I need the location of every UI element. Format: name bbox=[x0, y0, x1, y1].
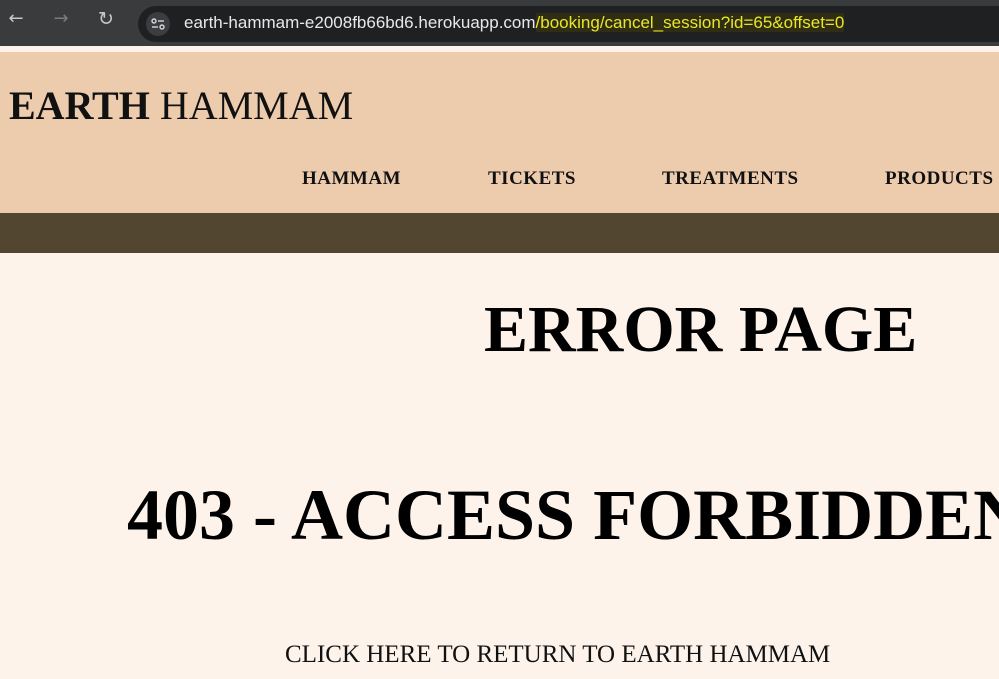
url-path-highlighted: /booking/cancel_session?id=65&offset=0 bbox=[535, 13, 845, 32]
header-band bbox=[0, 213, 999, 253]
site-header: EARTH HAMMAM HAMMAM TICKETS TREATMENTS P… bbox=[0, 52, 999, 213]
nav-item-treatments[interactable]: TREATMENTS bbox=[662, 168, 799, 190]
url-host: earth-hammam-e2008fb66bd6.herokuapp.com bbox=[184, 13, 536, 32]
page-title: ERROR PAGE bbox=[484, 293, 918, 366]
browser-toolbar: ← → ↻ earth-hammam-e2008fb66bd6.herokuap… bbox=[0, 0, 999, 46]
arrow-left-icon[interactable]: ← bbox=[3, 6, 29, 32]
site-logo[interactable]: EARTH HAMMAM bbox=[9, 82, 353, 129]
nav-item-hammam[interactable]: HAMMAM bbox=[302, 168, 401, 190]
brand-rest: HAMMAM bbox=[159, 83, 354, 128]
nav-item-tickets[interactable]: TICKETS bbox=[488, 168, 576, 190]
site-info-button[interactable] bbox=[146, 12, 170, 36]
url-text[interactable]: earth-hammam-e2008fb66bd6.herokuapp.com/… bbox=[184, 6, 845, 42]
arrow-right-icon[interactable]: → bbox=[48, 6, 74, 32]
nav-item-products[interactable]: PRODUCTS bbox=[885, 168, 994, 190]
brand-bold: EARTH bbox=[9, 83, 150, 128]
error-message: 403 - ACCESS FORBIDDEN. bbox=[127, 475, 999, 555]
reload-icon[interactable]: ↻ bbox=[93, 6, 119, 32]
return-home-link[interactable]: CLICK HERE TO RETURN TO EARTH HAMMAM bbox=[285, 641, 830, 669]
address-bar[interactable]: earth-hammam-e2008fb66bd6.herokuapp.com/… bbox=[138, 6, 999, 42]
tune-icon bbox=[151, 18, 165, 30]
